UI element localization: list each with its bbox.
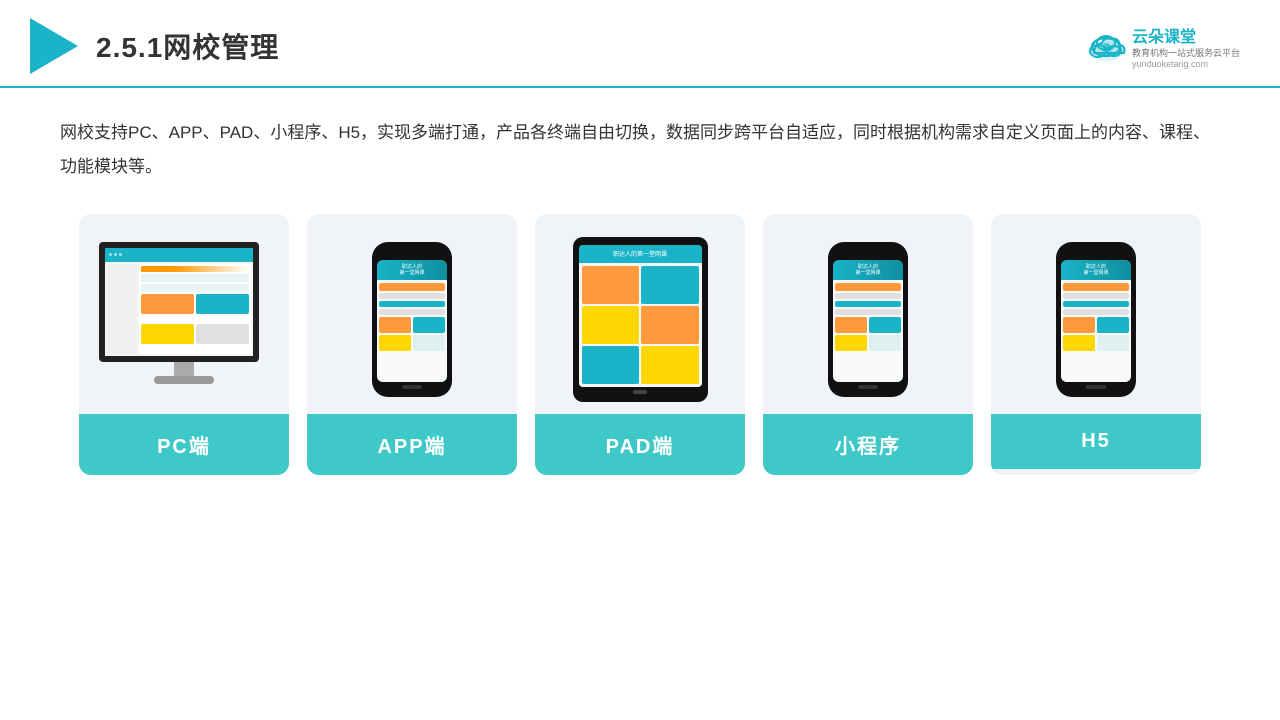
screen-row2 <box>141 274 249 282</box>
svg-text:朵: 朵 <box>1103 43 1111 53</box>
card-app-image: 职达人的第一堂网课 <box>307 214 517 414</box>
ph-row3 <box>379 301 445 307</box>
brand-container: 朵 云朵课堂 教育机构一站式服务云平台 yunduoketang.com <box>1084 23 1240 70</box>
description-text: 网校支持PC、APP、PAD、小程序、H5，实现多端打通，产品各终端自由切换，数… <box>60 116 1220 184</box>
ph-row-m4 <box>835 309 901 315</box>
card-miniapp-label: 小程序 <box>763 414 973 475</box>
card-h5-label: H5 <box>991 414 1201 469</box>
phone-screen-miniapp: 职达人的第一堂网课 <box>833 260 903 382</box>
ph-row-h1 <box>1063 283 1129 291</box>
tablet-device: 职达人的第一堂网课 <box>573 237 708 402</box>
screen-row2 <box>141 284 249 292</box>
screen-row <box>141 266 249 272</box>
phone-home <box>402 385 422 389</box>
logo-triangle <box>30 18 78 74</box>
main-content: 网校支持PC、APP、PAD、小程序、H5，实现多端打通，产品各终端自由切换，数… <box>0 88 1280 495</box>
phone-notch-mini <box>853 250 883 256</box>
card-pad: 职达人的第一堂网课 PAD端 <box>535 214 745 475</box>
ph-row-m3 <box>835 301 901 307</box>
screen-header <box>105 248 253 262</box>
ph-row-m2 <box>835 293 901 299</box>
phone-screen-header-h5: 职达人的第一堂网课 <box>1061 260 1131 280</box>
phone-screen-body-h5 <box>1061 280 1131 382</box>
phone-device-miniapp: 职达人的第一堂网课 <box>828 242 908 397</box>
brand-tagline: 教育机构一站式服务云平台 <box>1132 47 1240 60</box>
phone-screen-header: 职达人的第一堂网课 <box>377 260 447 280</box>
ph-row-h3 <box>1063 301 1129 307</box>
card-pc-label: PC端 <box>79 414 289 475</box>
ph-row-h2 <box>1063 293 1129 299</box>
screen-main <box>139 264 251 354</box>
tab-cell-5 <box>582 346 640 384</box>
phone-screen-header-mini: 职达人的第一堂网课 <box>833 260 903 280</box>
brand-logo: 朵 云朵课堂 教育机构一站式服务云平台 yunduoketang.com <box>1084 23 1240 70</box>
screen-body <box>105 262 253 356</box>
header: 2.5.1网校管理 朵 云朵课堂 教育机构一站式服务云平台 yunduoketa… <box>0 0 1280 88</box>
cards-container: PC端 职达人的第一堂网课 <box>60 214 1220 475</box>
tablet-header: 职达人的第一堂网课 <box>579 245 702 263</box>
card-app: 职达人的第一堂网课 <box>307 214 517 475</box>
screen-sidebar <box>107 264 137 354</box>
brand-url: yunduoketang.com <box>1132 59 1208 69</box>
card-app-label: APP端 <box>307 414 517 475</box>
card-pc: PC端 <box>79 214 289 475</box>
screen-dot <box>109 253 112 256</box>
screen-dot <box>114 253 117 256</box>
ph-row2 <box>379 293 445 299</box>
phone-screen-body-mini <box>833 280 903 382</box>
monitor-screen <box>99 242 259 362</box>
monitor-neck <box>174 362 194 376</box>
tablet-screen: 职达人的第一堂网课 <box>579 245 702 387</box>
card-pad-label: PAD端 <box>535 414 745 475</box>
tab-cell-3 <box>582 306 640 344</box>
monitor-screen-inner <box>105 248 253 356</box>
monitor-base <box>154 376 214 384</box>
brand-name: 云朵课堂 <box>1132 23 1196 47</box>
phone-home-h5 <box>1086 385 1106 389</box>
card-miniapp: 职达人的第一堂网课 <box>763 214 973 475</box>
phone-notch <box>397 250 427 256</box>
phone-device-app: 职达人的第一堂网课 <box>372 242 452 397</box>
card-h5: 职达人的第一堂网课 <box>991 214 1201 475</box>
brand-right: 云朵课堂 教育机构一站式服务云平台 yunduoketang.com <box>1132 23 1240 70</box>
phone-screen-h5: 职达人的第一堂网课 <box>1061 260 1131 382</box>
phone-screen-body <box>377 280 447 382</box>
ph-row2 <box>379 309 445 315</box>
tab-cell-1 <box>582 266 640 304</box>
phone-notch-h5 <box>1081 250 1111 256</box>
screen-dot <box>119 253 122 256</box>
card-h5-image: 职达人的第一堂网课 <box>991 214 1201 414</box>
tablet-body <box>579 263 702 387</box>
monitor-device <box>99 242 269 397</box>
card-pc-image <box>79 214 289 414</box>
ph-row-m1 <box>835 283 901 291</box>
tab-cell-2 <box>641 266 699 304</box>
phone-screen-app: 职达人的第一堂网课 <box>377 260 447 382</box>
page-title: 2.5.1网校管理 <box>96 26 279 66</box>
cloud-icon: 朵 <box>1084 29 1128 63</box>
card-pad-image: 职达人的第一堂网课 <box>535 214 745 414</box>
tablet-home-btn <box>633 390 647 394</box>
phone-device-h5: 职达人的第一堂网课 <box>1056 242 1136 397</box>
ph-row-h4 <box>1063 309 1129 315</box>
ph-row <box>379 283 445 291</box>
phone-home-mini <box>858 385 878 389</box>
tab-cell-4 <box>641 306 699 344</box>
tab-cell-6 <box>641 346 699 384</box>
card-miniapp-image: 职达人的第一堂网课 <box>763 214 973 414</box>
